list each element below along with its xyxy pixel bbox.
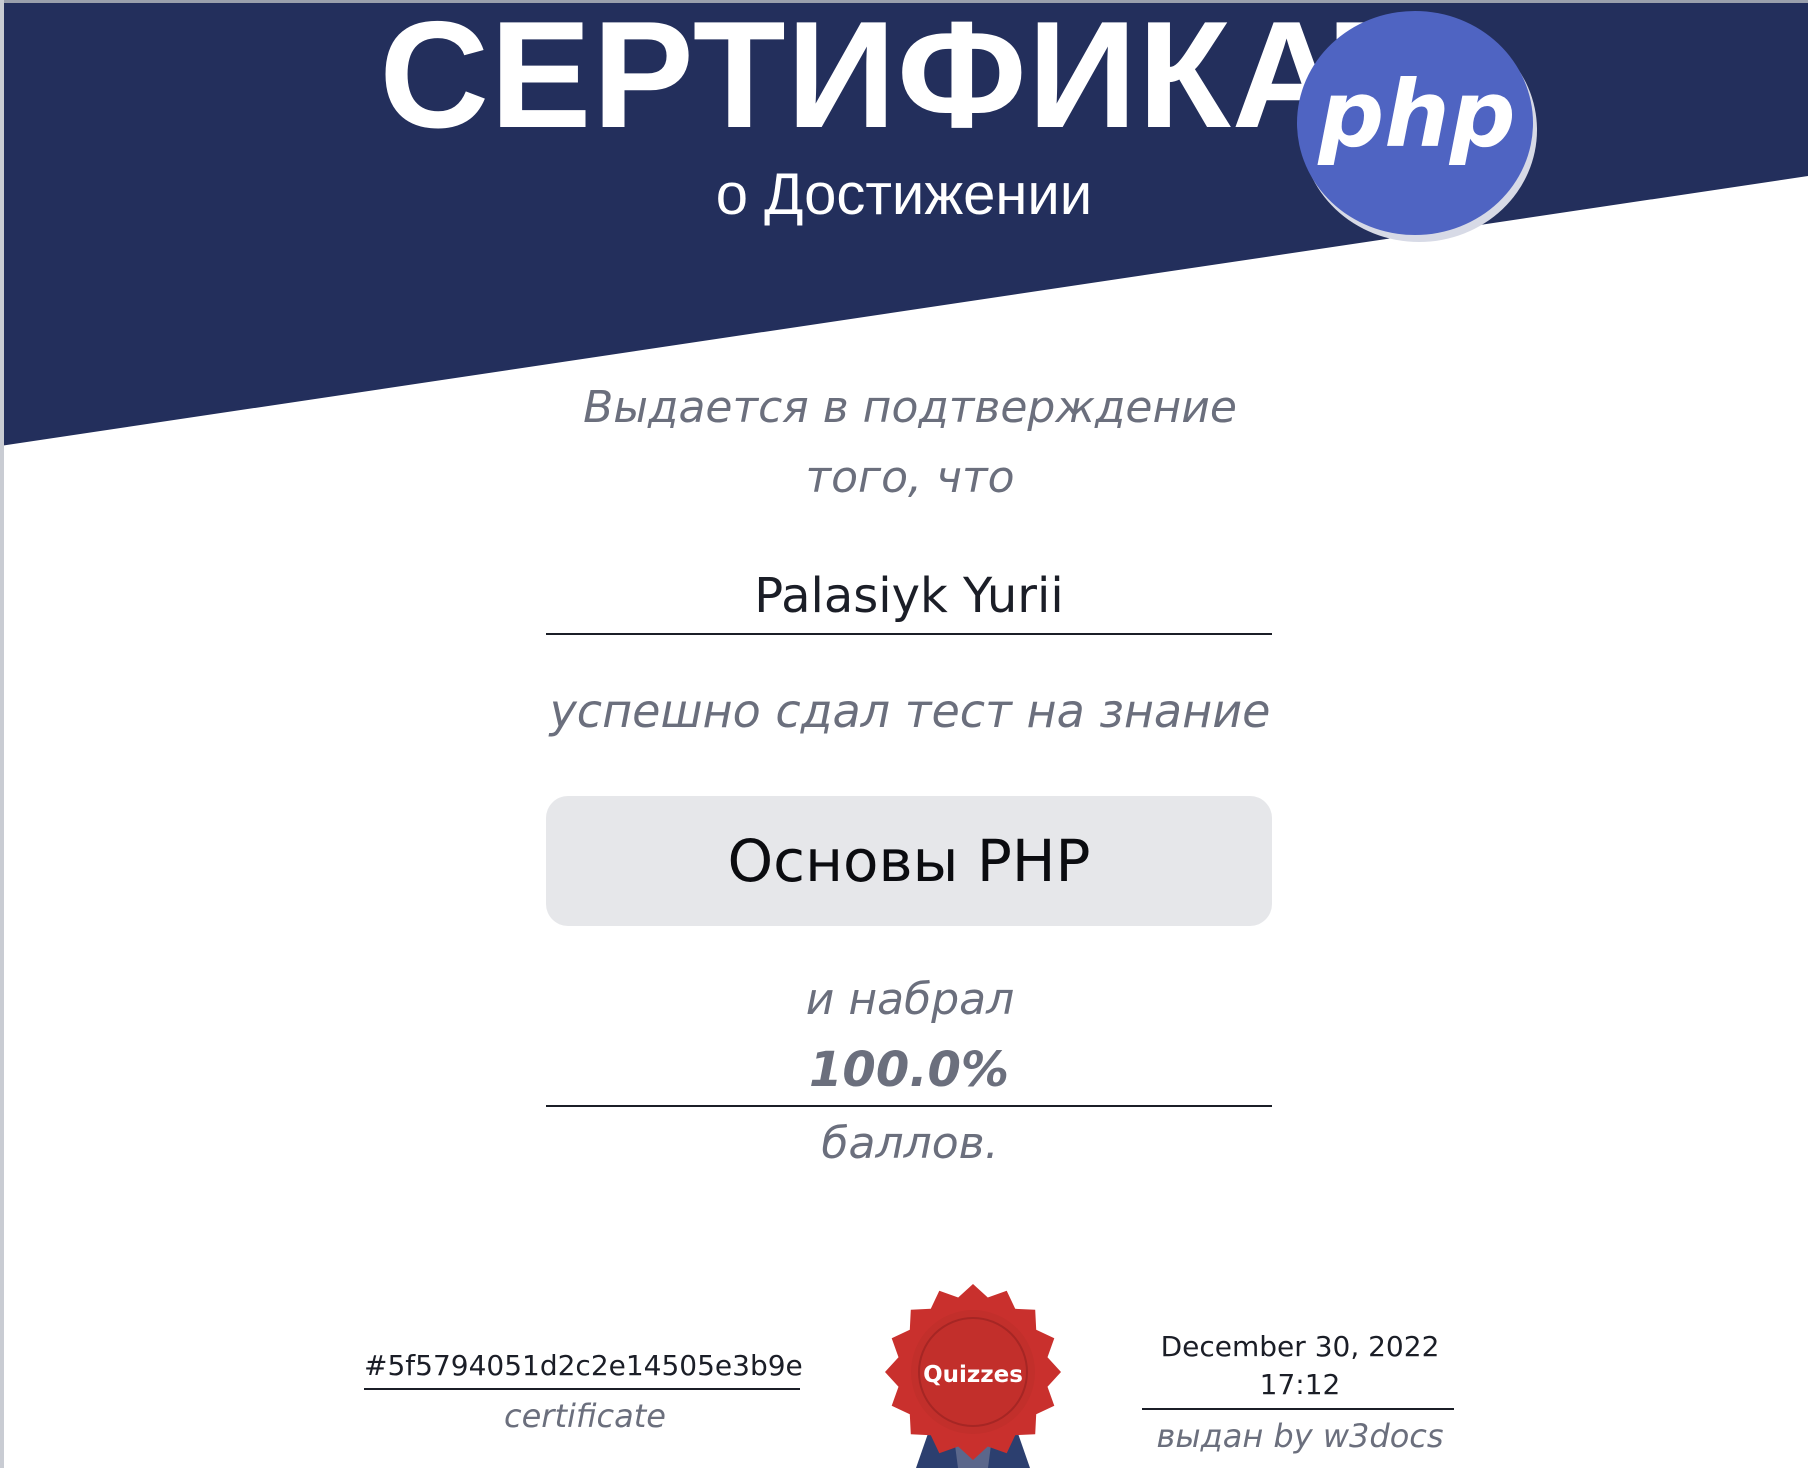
certificate-id-container: #5f5794051d2c2e14505e3b9ec51e10 [364,1350,804,1382]
php-logo-text: php [1317,61,1515,168]
issuer-underline [1142,1408,1454,1410]
issuer-caption: выдан by w3docs [1156,1417,1444,1455]
issue-date: December 30, 2022 [1160,1330,1440,1363]
certificate-id: #5f5794051d2c2e14505e3b9ec51e10 [364,1350,804,1382]
score-underline [546,1105,1272,1107]
recipient-underline [546,633,1272,635]
recipient-name: Palasiyk Yurii [754,568,1064,624]
certificate: СЕРТИФИКАТ о Достижении php Выдается в п… [0,0,1808,1468]
course-name: Основы PHP [727,827,1091,895]
seal-label: Quizzes [923,1362,1023,1388]
score-value: 100.0% [809,1042,1009,1098]
intro-line-1: Выдается в подтверждение [583,382,1237,433]
intro-line-2: того, что [805,452,1015,503]
quizzes-seal-icon: Quizzes [885,1284,1061,1468]
passed-test-text: успешно сдал тест на знание [549,684,1271,738]
issue-time: 17:12 [1259,1368,1341,1401]
certificate-caption: certificate [504,1397,666,1435]
certificate-id-underline [364,1388,800,1390]
php-logo-icon: php [1297,11,1537,242]
scored-text: и набрал [805,974,1015,1025]
points-text: баллов. [821,1118,999,1169]
